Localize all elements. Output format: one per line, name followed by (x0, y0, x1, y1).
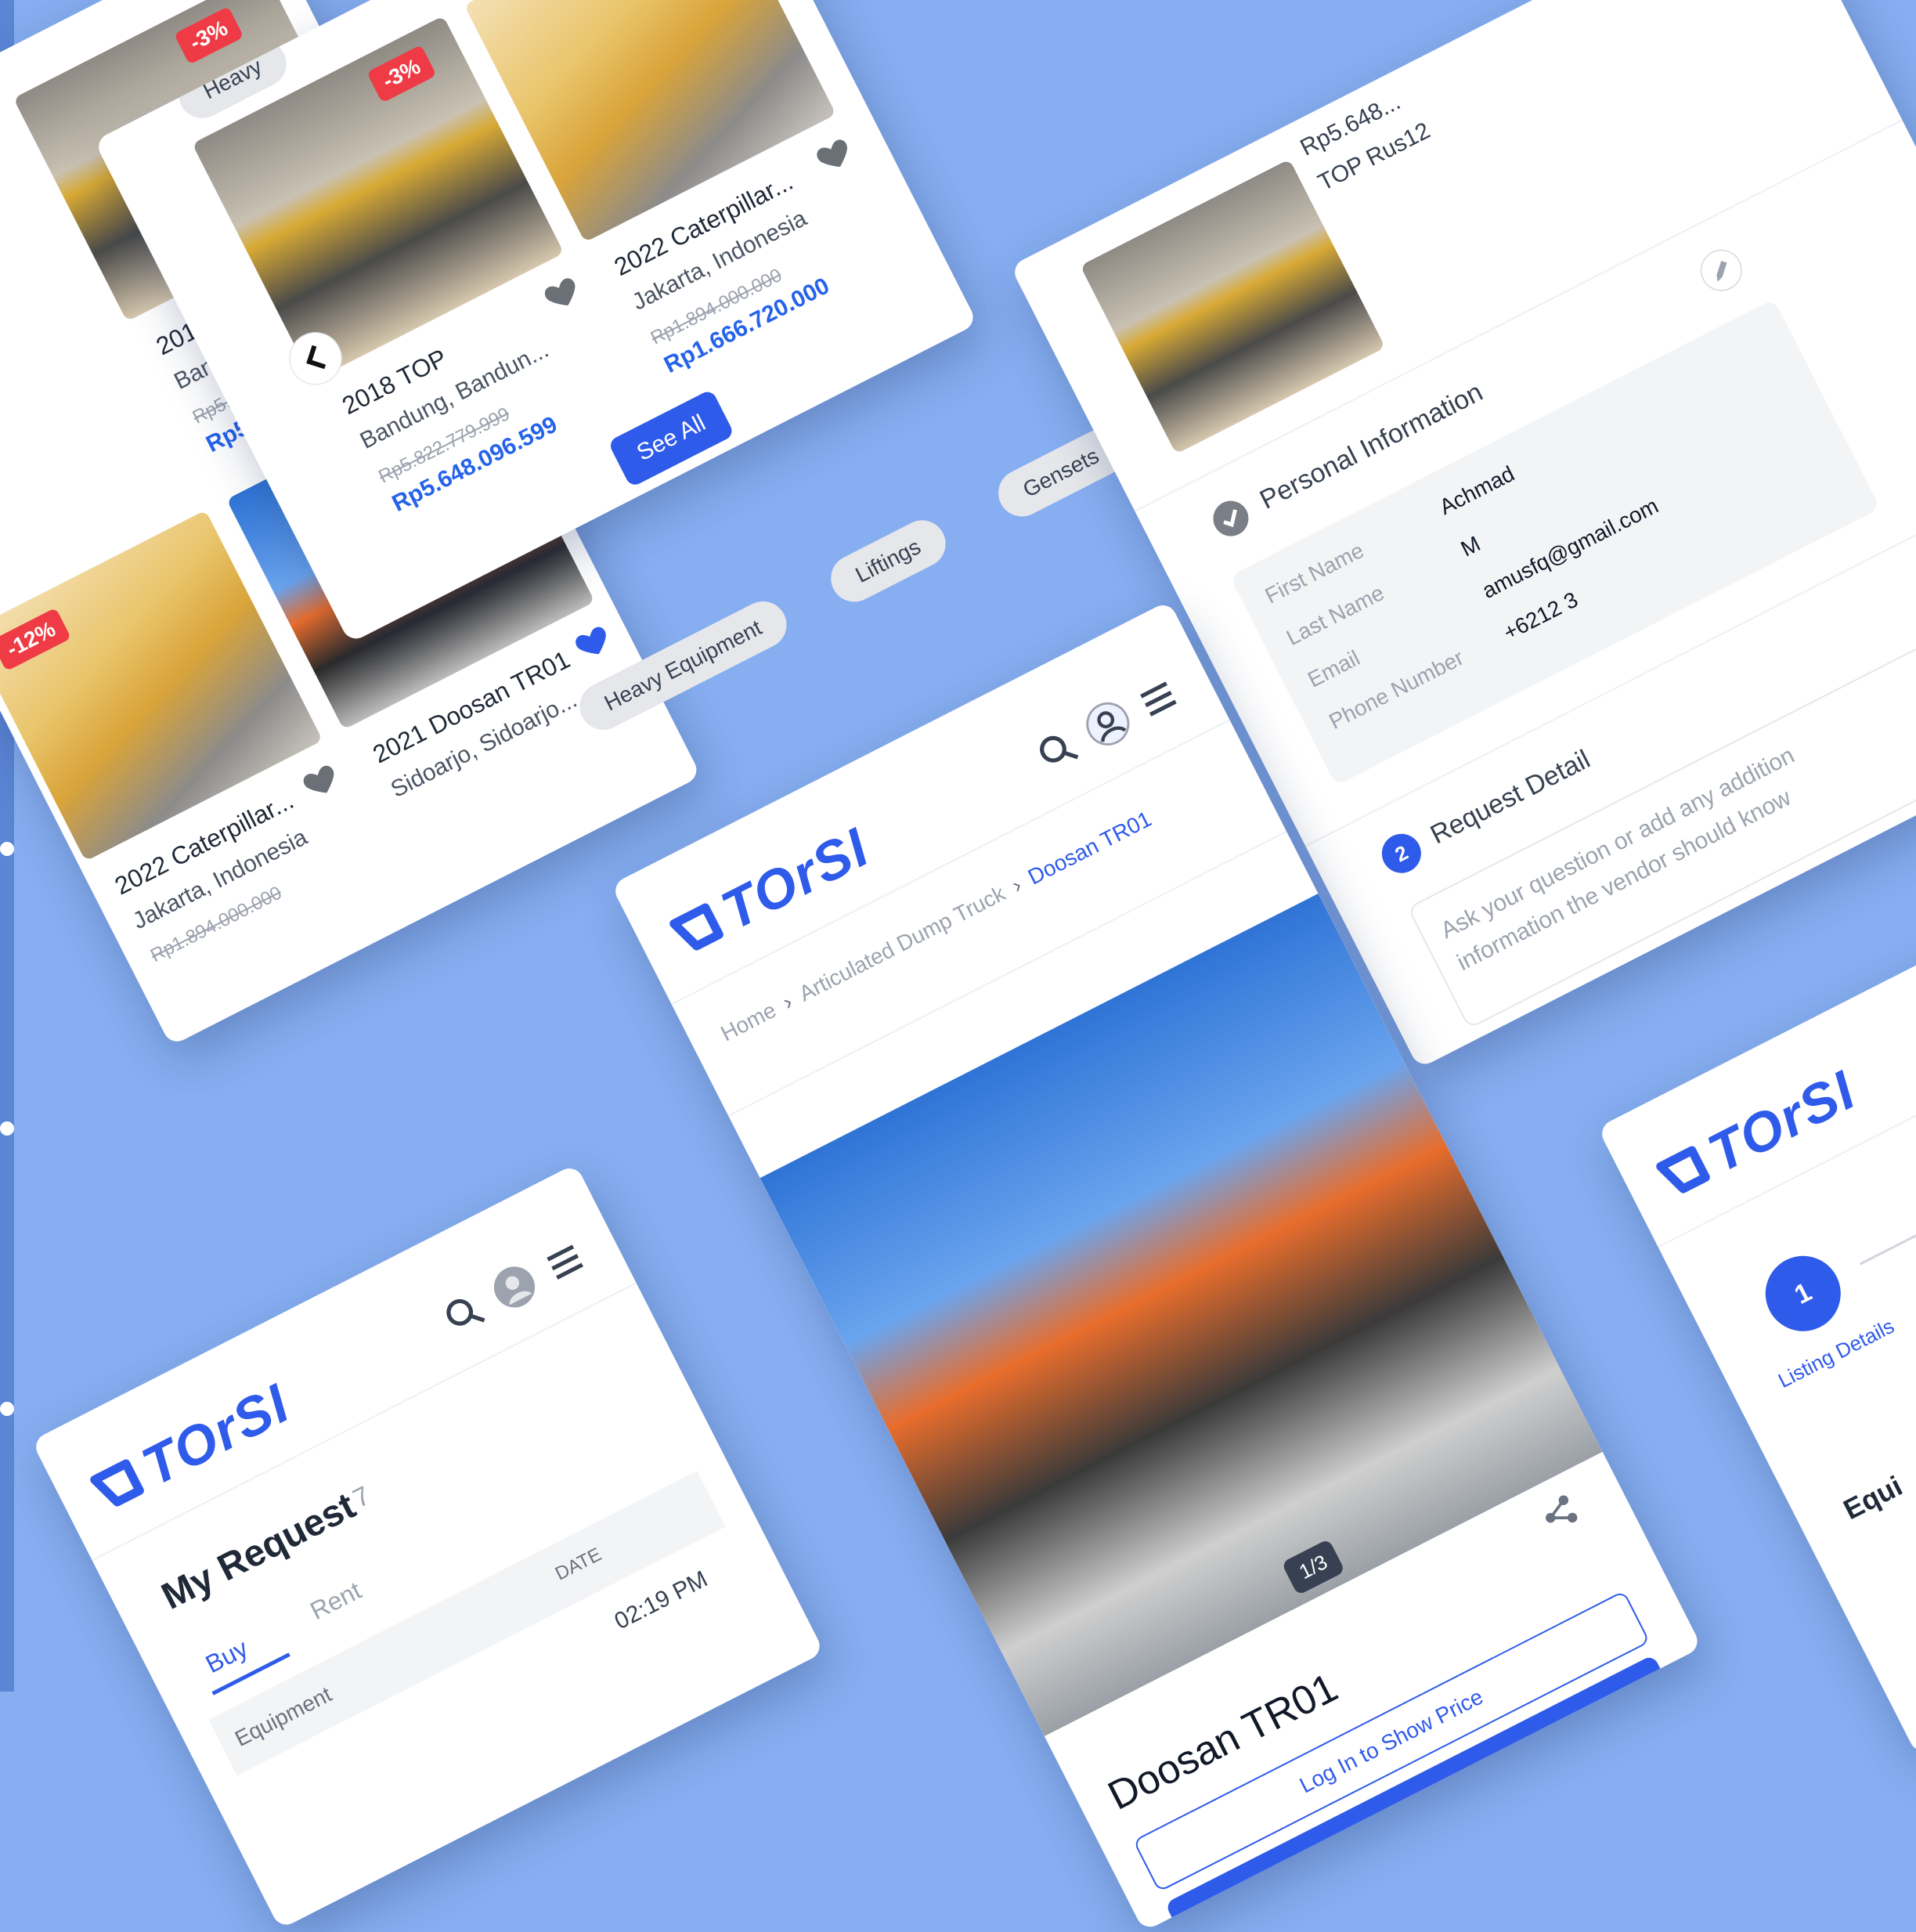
strip-dot (0, 1402, 14, 1416)
check-circle-icon (1213, 500, 1249, 536)
image-counter: 1/3 (1281, 1538, 1346, 1596)
favorite-heart-icon[interactable] (808, 129, 859, 180)
torsi-logo-text: TOrSI (1698, 1059, 1866, 1185)
my-request-screen: TOrSI My Request 7 Buy Rent Equipment DA… (31, 1163, 824, 1930)
user-icon[interactable] (1077, 693, 1138, 754)
favorite-heart-icon[interactable] (295, 755, 346, 806)
see-all-button[interactable]: See All (607, 388, 735, 488)
torsi-logo[interactable]: TOrSI (81, 1371, 300, 1524)
chip-heavy-equipment[interactable]: Heavy Equipment (572, 593, 795, 738)
hamburger-menu-icon[interactable] (1131, 672, 1185, 727)
torsi-logo-text: TOrSI (712, 816, 879, 942)
breadcrumb-separator: › (1008, 872, 1026, 898)
breadcrumb-current: Doosan TR01 (1023, 806, 1156, 890)
step-1-circle[interactable]: 1 (1752, 1243, 1854, 1345)
cart-item-count: 1 Item (1055, 152, 1125, 205)
strip-dot (0, 842, 14, 856)
torsi-logo[interactable]: TOrSI (660, 815, 879, 968)
tab-rent[interactable]: Rent (305, 1576, 366, 1626)
torsi-logo-icon (669, 903, 723, 951)
search-icon[interactable] (436, 1287, 491, 1342)
discount-badge: -3% (366, 45, 437, 103)
column-equipment: Equipment (231, 1681, 336, 1751)
avatar-icon[interactable] (484, 1256, 545, 1317)
field-label-email: Email (1304, 645, 1364, 692)
header-divider (671, 719, 1230, 1006)
hamburger-menu-icon[interactable] (538, 1235, 593, 1290)
field-value-last-name: M (1456, 531, 1485, 562)
tab-buy[interactable]: Buy (201, 1634, 253, 1679)
equipment-section-title: Equi (1838, 1469, 1907, 1526)
torsi-logo[interactable]: TOrSI (1647, 1058, 1866, 1211)
field-value-first-name: Achmad (1435, 460, 1518, 520)
torsi-logo-text: TOrSI (132, 1372, 300, 1498)
edit-pencil-icon[interactable] (1693, 242, 1750, 299)
torsi-logo-icon (1656, 1146, 1710, 1194)
torsi-logo-icon (90, 1459, 144, 1507)
share-icon[interactable] (1533, 1487, 1586, 1540)
chip-liftings[interactable]: Liftings (822, 512, 954, 610)
step-connector (1859, 1121, 1916, 1266)
field-value-phone: +6212 3 (1499, 587, 1582, 645)
breadcrumb-home[interactable]: Home (717, 998, 781, 1046)
step-number-badge: 2 (1375, 827, 1428, 880)
favorite-heart-icon[interactable] (536, 268, 587, 319)
discount-badge: -3% (174, 6, 244, 65)
textarea-placeholder-line1: Ask your question or add any addition (1436, 742, 1799, 944)
cart-item-image[interactable] (1080, 159, 1386, 454)
column-date-sort[interactable]: DATE (552, 1544, 605, 1585)
strip-dot (0, 1121, 14, 1136)
breadcrumb-separator: › (778, 989, 796, 1015)
discount-badge: -12% (0, 607, 72, 672)
search-icon[interactable] (1030, 723, 1084, 778)
